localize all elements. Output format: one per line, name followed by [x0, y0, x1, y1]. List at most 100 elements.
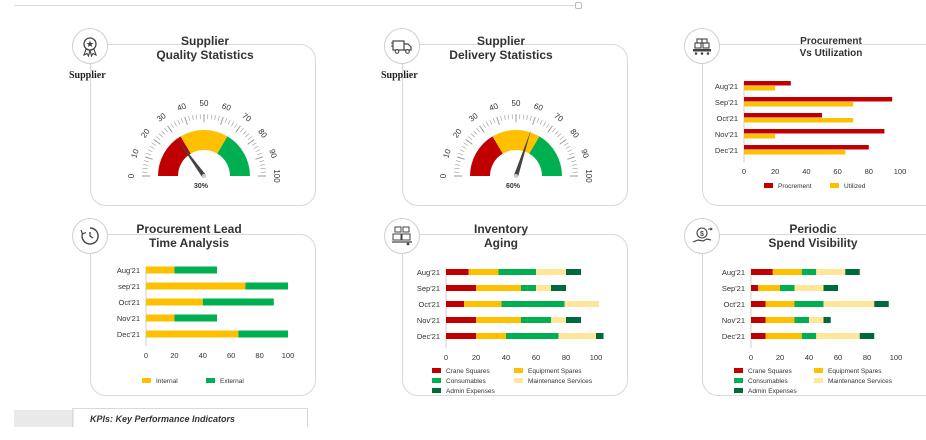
card-title-line2: Quality Statistics: [130, 48, 280, 62]
gauge-tick-label: 30: [155, 111, 168, 124]
legend-swatch: [142, 378, 151, 383]
gauge-tick: [568, 150, 573, 152]
card-title-line1: Supplier: [426, 34, 576, 48]
spend-visibility-bar-chart: Aug'21Sep'21Oct'21Nov'21Dec'210204060801…: [684, 260, 926, 440]
bar-segment: [860, 333, 875, 339]
card-title: Procurement Lead Time Analysis: [114, 222, 264, 250]
x-tick-label: 0: [742, 167, 746, 176]
x-tick-label: 0: [144, 351, 148, 360]
gauge-tick: [471, 134, 475, 137]
gauge-tick: [564, 143, 568, 146]
gauge-tick: [228, 120, 230, 125]
gauge-tick-label: 70: [552, 111, 565, 124]
gauge-tick: [560, 136, 564, 139]
category-label: Aug'21: [715, 82, 738, 91]
gauge-tick: [260, 164, 265, 165]
gauge-tick: [248, 140, 254, 145]
gauge-pivot: [202, 174, 206, 178]
gauge-tick: [248, 136, 252, 139]
bar-segment: [816, 269, 845, 275]
gauge-tick: [221, 117, 223, 125]
gauge-tick-label: 100: [272, 169, 281, 183]
gauge-tick: [460, 150, 465, 152]
gauge-value-label: 30%: [194, 183, 208, 190]
legend-label: Crane Squares: [446, 368, 490, 375]
bar-segment: [780, 285, 795, 291]
gauge-tick-label: 60: [533, 101, 545, 112]
bar-segment: [802, 333, 817, 339]
legend-swatch: [432, 388, 441, 393]
bar-segment: [476, 285, 521, 291]
top-scrollbar-track: [14, 5, 580, 6]
legend-swatch: [764, 183, 773, 188]
legend-label: Maintenance Services: [528, 378, 593, 385]
category-label: Dec'21: [417, 332, 440, 341]
top-scrollbar-handle[interactable]: [575, 2, 582, 9]
legend-label: Equipment Spares: [828, 368, 882, 375]
gauge-tick: [215, 115, 216, 120]
gauge-tick: [560, 140, 566, 145]
bar: [744, 134, 775, 139]
x-tick-label: 40: [502, 353, 510, 362]
gauge-tick: [572, 164, 577, 165]
gauge-tick: [178, 120, 180, 125]
gauge-tick: [569, 153, 574, 155]
bar-segment: [502, 301, 565, 307]
legend-swatch: [514, 368, 523, 373]
bar-segment: [446, 301, 464, 307]
bar: [744, 97, 892, 102]
bar-segment: [824, 301, 875, 307]
category-label: Dec'21: [722, 332, 745, 341]
bar-segment: [203, 299, 274, 306]
gauge-tick: [218, 116, 219, 121]
x-tick-label: 20: [472, 353, 480, 362]
legend-label: Consumables: [446, 378, 486, 385]
svg-text:$: $: [700, 231, 704, 238]
gauge-tick: [571, 161, 576, 162]
gauge-tick: [171, 124, 174, 128]
card-title: Inventory Aging: [426, 222, 576, 250]
card-title-line2: Spend Visibility: [738, 236, 888, 250]
gauge-tick: [225, 118, 227, 123]
gauge-tick: [530, 116, 531, 121]
legend-swatch: [814, 368, 823, 373]
footer-caption: KPIs: Key Performance Indicators: [90, 414, 235, 424]
gauge-tick: [573, 168, 578, 169]
x-tick-label: 0: [444, 353, 448, 362]
gauge-tick-label: 50: [200, 99, 209, 108]
gauge-tick: [236, 126, 241, 132]
gauge-tick: [261, 168, 266, 169]
gauge-tick: [256, 150, 261, 152]
legend-label: Utilized: [844, 183, 866, 190]
category-label: Nov'21: [117, 314, 140, 323]
bar-segment: [551, 317, 566, 323]
gauge-tick: [483, 124, 486, 128]
legend-swatch: [514, 378, 523, 383]
gauge-tick: [457, 157, 465, 159]
bar-segment: [795, 285, 824, 291]
bar-segment: [766, 333, 802, 339]
card-lead-time: Procurement Lead Time Analysis Aug'21sep…: [60, 212, 320, 396]
gauge-tick-label: 100: [584, 169, 593, 183]
x-tick-label: 80: [255, 351, 263, 360]
gauge-tick: [490, 120, 492, 125]
bar: [744, 150, 845, 155]
gauge-tick: [257, 153, 262, 155]
bar-segment: [521, 285, 536, 291]
bar-segment: [499, 269, 537, 275]
gauge-tick: [552, 128, 555, 132]
bar-segment: [596, 333, 604, 339]
gauge-tick: [152, 143, 156, 146]
legend-swatch: [734, 378, 743, 383]
side-label: Supplier: [381, 70, 418, 81]
gauge-tick: [255, 157, 263, 159]
gauge-tick-label: 50: [512, 99, 521, 108]
bar-segment: [506, 333, 559, 339]
gauge-tick-label: 90: [267, 148, 278, 160]
gauge-tick: [523, 114, 524, 119]
x-tick-label: 40: [199, 351, 207, 360]
card-title-line2: Delivery Statistics: [426, 48, 576, 62]
legend-swatch: [830, 183, 839, 188]
bar-segment: [802, 269, 817, 275]
bar-segment: [446, 317, 476, 323]
